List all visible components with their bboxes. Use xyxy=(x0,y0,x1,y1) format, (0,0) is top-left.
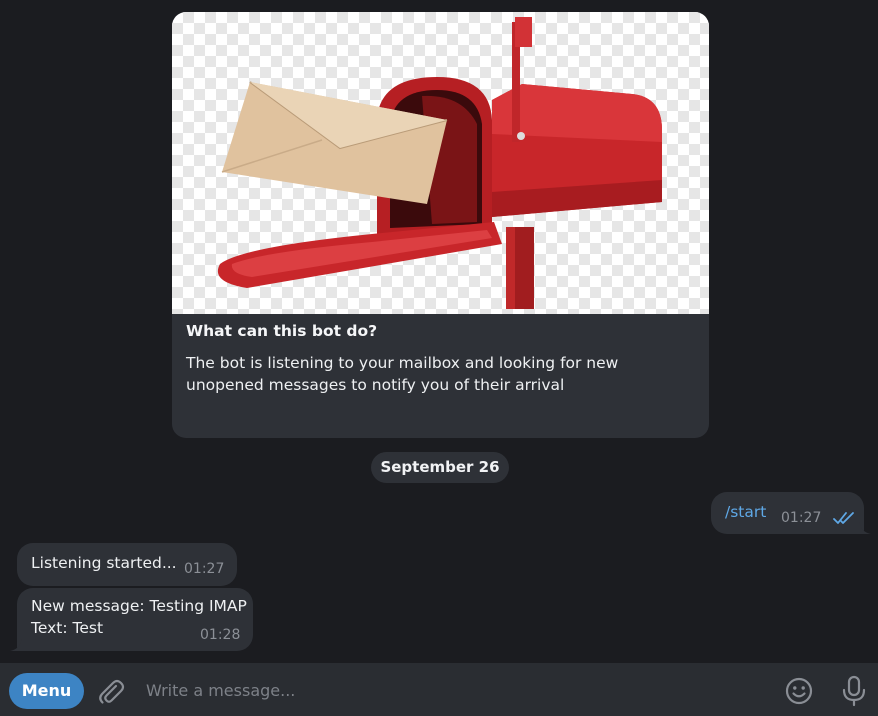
incoming-message[interactable]: New message: Testing IMAP Text: Test 01:… xyxy=(10,588,253,651)
message-time: 01:27 xyxy=(184,561,225,577)
paperclip-icon[interactable] xyxy=(96,677,126,707)
intro-description: The bot is listening to your mailbox and… xyxy=(186,354,619,394)
emoji-icon[interactable] xyxy=(784,676,814,706)
message-text-line-2: Text: Test xyxy=(31,619,104,637)
menu-button[interactable]: Menu xyxy=(9,673,84,709)
message-input[interactable] xyxy=(142,675,770,705)
message-time: 01:28 xyxy=(200,627,241,643)
double-check-icon xyxy=(833,512,854,524)
incoming-message[interactable]: Listening started... 01:27 xyxy=(17,543,237,586)
microphone-icon[interactable] xyxy=(840,675,868,707)
bubble-tail xyxy=(10,639,22,651)
command-link[interactable]: /start xyxy=(725,503,766,521)
outgoing-message[interactable]: /start 01:27 xyxy=(711,492,871,534)
message-text-line-1: New message: Testing IMAP xyxy=(31,597,247,615)
message-time: 01:27 xyxy=(781,510,822,526)
message-text: Listening started... xyxy=(31,554,177,572)
chat-window: What can this bot do? The bot is listeni… xyxy=(0,0,878,716)
mailbox-illustration xyxy=(172,12,709,314)
date-separator: September 26 xyxy=(371,452,509,483)
message-composer: Menu xyxy=(0,663,878,716)
intro-title: What can this bot do? xyxy=(186,322,378,340)
bot-intro-card: What can this bot do? The bot is listeni… xyxy=(172,12,709,438)
bubble-tail xyxy=(859,522,871,534)
